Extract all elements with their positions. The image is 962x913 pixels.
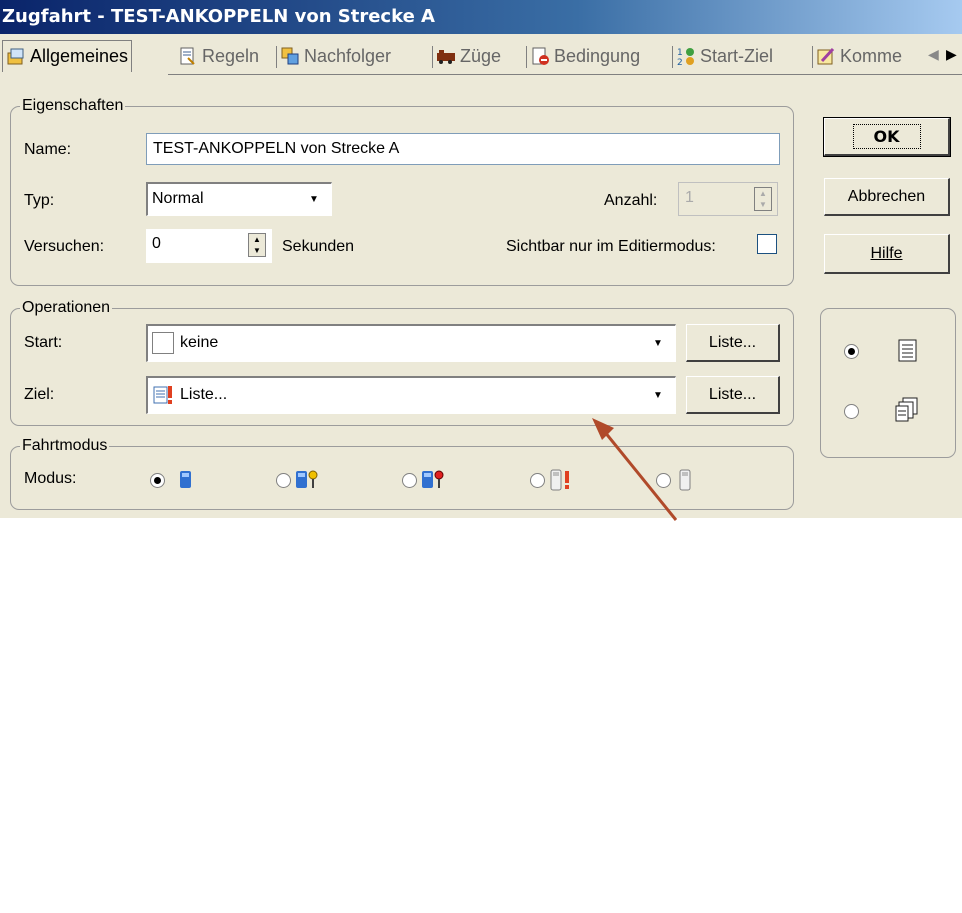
fahrtmodus-legend: Fahrtmodus <box>20 437 110 455</box>
tab-start-ziel[interactable]: 12 Start-Ziel <box>676 42 773 70</box>
chevron-down-icon[interactable]: ▼ <box>643 380 673 411</box>
start-value-wrap: keine <box>152 326 218 360</box>
name-input[interactable]: TEST-ANKOPPELN von Strecke A <box>146 133 780 165</box>
ziel-value: Liste... <box>180 386 228 403</box>
tab-scroll-left-icon[interactable]: ◀ <box>928 46 939 63</box>
modus-radio-2[interactable] <box>276 473 291 488</box>
trains-icon <box>437 50 455 64</box>
view-list-radio[interactable] <box>844 344 859 359</box>
start-goal-icon: 12 <box>677 48 694 66</box>
ziel-liste-button[interactable]: Liste... <box>686 376 780 414</box>
start-select[interactable]: keine ▼ <box>146 324 676 362</box>
sekunden-label: Sekunden <box>282 238 355 255</box>
tab-label: Bedingung <box>554 45 641 66</box>
tab-label: Komme <box>840 45 903 66</box>
start-label: Start: <box>24 334 63 351</box>
tab-bedingung[interactable]: Bedingung <box>530 42 640 70</box>
ziel-select[interactable]: Liste... ▼ <box>146 376 676 414</box>
tab-label: Nachfolger <box>304 45 392 66</box>
view-cascade-radio[interactable] <box>844 404 859 419</box>
ok-button[interactable]: OK <box>823 117 951 157</box>
sichtbar-label: Sichtbar nur im Editiermodus: <box>506 238 716 255</box>
modus-radio-4[interactable] <box>530 473 545 488</box>
modus-radio-3[interactable] <box>402 473 417 488</box>
empty-content-area <box>0 518 962 913</box>
rules-icon <box>180 47 195 65</box>
versuchen-label: Versuchen: <box>24 238 105 255</box>
typ-value: Normal <box>152 190 204 207</box>
help-button[interactable]: Hilfe <box>824 234 950 274</box>
tab-kommentar[interactable]: Komme <box>816 42 902 70</box>
comment-icon <box>817 47 835 65</box>
ziel-value-wrap: Liste... <box>152 378 227 412</box>
versuchen-spinner[interactable]: ▲ ▼ <box>248 233 266 257</box>
mode-train-stop-icon <box>422 470 444 488</box>
empty-box-icon <box>152 332 174 354</box>
tab-label: Start-Ziel <box>700 45 774 66</box>
tab-label: Regeln <box>202 45 260 66</box>
chevron-down-icon[interactable]: ▼ <box>299 186 329 213</box>
tab-allgemeines[interactable]: Allgemeines <box>2 40 133 72</box>
typ-label: Typ: <box>24 192 55 209</box>
window-title: Zugfahrt - TEST-ANKOPPELN von Strecke A <box>0 0 962 34</box>
tab-zuege[interactable]: Züge <box>436 42 501 70</box>
modus-radio-1[interactable] <box>150 473 165 488</box>
condition-icon <box>532 47 549 65</box>
modus-label: Modus: <box>24 470 77 487</box>
mode-train-icon <box>180 471 191 488</box>
start-value: keine <box>180 334 219 351</box>
annotation-arrow-icon <box>592 418 678 521</box>
cascade-view-icon <box>895 397 918 422</box>
ok-label: OK <box>852 124 921 149</box>
anzahl-spinner[interactable]: ▲ ▼ <box>754 187 772 211</box>
sichtbar-checkbox[interactable] <box>757 234 777 254</box>
name-label: Name: <box>24 141 72 158</box>
eigenschaften-legend: Eigenschaften <box>20 97 126 115</box>
tab-nachfolger[interactable]: Nachfolger <box>280 42 391 70</box>
tab-scroll-right-icon[interactable]: ▶ <box>946 46 957 63</box>
start-liste-button[interactable]: Liste... <box>686 324 780 362</box>
mode-train-signal-icon <box>296 470 318 488</box>
list-view-icon <box>898 339 917 362</box>
svg-text:1: 1 <box>677 48 683 58</box>
typ-select[interactable]: Normal ▼ <box>146 182 332 216</box>
tab-label: Züge <box>460 45 502 66</box>
cancel-button[interactable]: Abbrechen <box>824 178 950 216</box>
tab-label: Allgemeines <box>30 46 129 66</box>
successor-icon <box>281 47 299 65</box>
list-warning-icon <box>153 386 172 404</box>
mode-remote-warning-icon <box>550 469 569 491</box>
svg-text:2: 2 <box>677 58 683 66</box>
general-icon <box>7 48 24 64</box>
ziel-label: Ziel: <box>24 386 55 403</box>
view-mode-group <box>820 308 956 458</box>
anzahl-label: Anzahl: <box>604 192 658 209</box>
tab-bar: Allgemeines Regeln Nachfolger Züge Bedin… <box>0 38 962 76</box>
chevron-down-icon[interactable]: ▼ <box>643 328 673 359</box>
operationen-legend: Operationen <box>20 299 113 317</box>
tab-regeln[interactable]: Regeln <box>178 42 259 70</box>
